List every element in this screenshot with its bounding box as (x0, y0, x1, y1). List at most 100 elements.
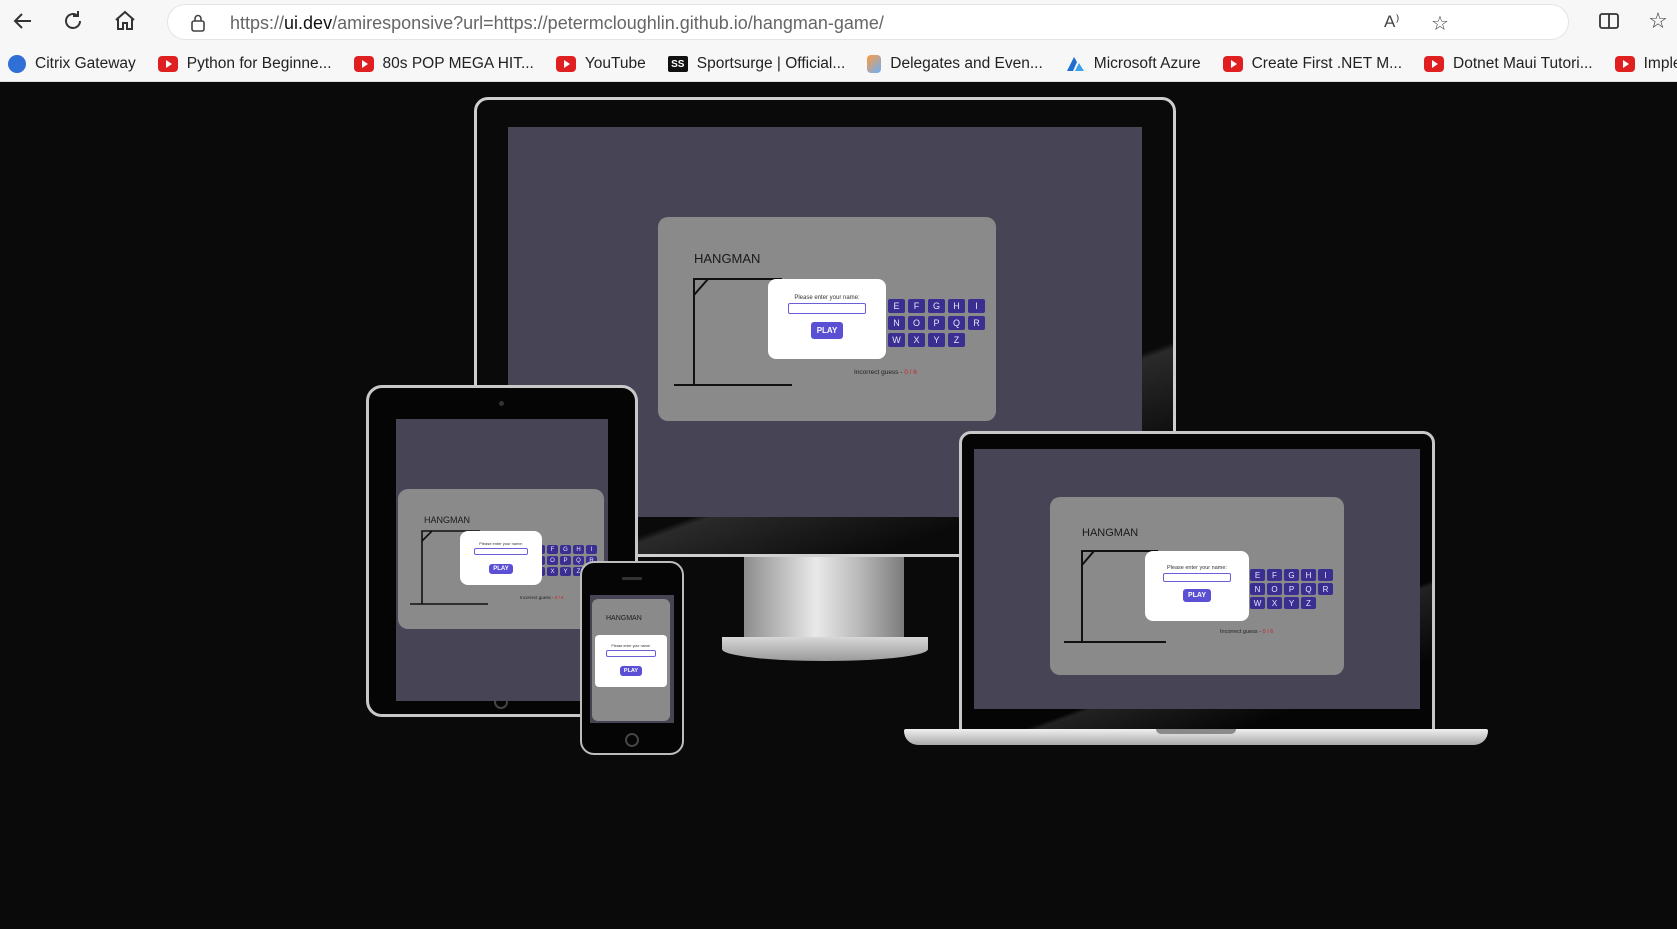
favorites-button[interactable]: ☆ (1643, 6, 1673, 36)
bookmark-azure[interactable]: Microsoft Azure (1065, 55, 1201, 73)
letter-key-p[interactable]: P (560, 556, 571, 565)
letter-key-w[interactable]: W (1250, 597, 1265, 609)
address-bar[interactable]: https://ui.dev/amiresponsive?url=https:/… (168, 5, 1568, 39)
letter-key-f[interactable]: F (1267, 569, 1282, 581)
name-prompt: Please enter your name: (1167, 565, 1227, 571)
play-button[interactable]: PLAY (1182, 589, 1212, 602)
game-title: HANGMAN (1082, 527, 1139, 539)
letter-key-i[interactable]: I (968, 299, 985, 313)
bookmark-80s-pop[interactable]: 80s POP MEGA HIT... (353, 55, 534, 73)
letter-key-p[interactable]: P (928, 316, 945, 330)
letter-key-e[interactable]: E (1250, 569, 1265, 581)
letter-key-r[interactable]: R (1318, 583, 1333, 595)
play-button[interactable]: PLAY (810, 322, 844, 339)
letter-keys: EFGHI NOPQR WXYZ (1250, 569, 1333, 609)
letter-key-o[interactable]: O (908, 316, 925, 330)
youtube-icon (157, 56, 178, 72)
letter-key-h[interactable]: H (948, 299, 965, 313)
bookmark-citrix[interactable]: Citrix Gateway (8, 55, 136, 73)
letter-key-o[interactable]: O (547, 556, 558, 565)
bookmark-label: Microsoft Azure (1093, 55, 1201, 72)
letter-key-z[interactable]: Z (948, 333, 965, 347)
play-button[interactable]: PLAY (489, 564, 513, 574)
letter-key-y[interactable]: Y (1284, 597, 1299, 609)
letter-key-f[interactable]: F (547, 545, 558, 554)
letter-key-g[interactable]: G (1284, 569, 1299, 581)
letter-key-x[interactable]: X (547, 567, 558, 576)
bookmark-label: Dotnet Maui Tutori... (1453, 55, 1593, 72)
name-input[interactable] (788, 303, 866, 314)
refresh-icon (65, 11, 81, 29)
url-text: https://ui.dev/amiresponsive?url=https:/… (230, 13, 884, 34)
phone-screen: HANGMAN Please enter your name: PLAY (590, 595, 674, 723)
letter-key-y[interactable]: Y (928, 333, 945, 347)
arrow-left-icon (13, 13, 31, 29)
youtube-icon (1614, 56, 1635, 72)
bookmark-label: 80s POP MEGA HIT... (382, 55, 534, 72)
letter-key-f[interactable]: F (908, 299, 925, 313)
letter-key-n[interactable]: N (888, 316, 905, 330)
name-input[interactable] (474, 548, 528, 555)
refresh-button[interactable] (58, 6, 88, 36)
bookmark-label: Implement QR (1643, 55, 1677, 72)
game-title: HANGMAN (694, 251, 761, 266)
home-icon (115, 10, 135, 30)
bookmark-implement-qr[interactable]: Implement QR (1614, 55, 1677, 73)
letter-key-e[interactable]: E (888, 299, 905, 313)
letter-key-q[interactable]: Q (948, 316, 965, 330)
letter-key-i[interactable]: I (586, 545, 597, 554)
letter-key-w[interactable]: W (888, 333, 905, 347)
incorrect-count: 0 / 6 (904, 369, 917, 376)
delegates-icon (867, 55, 882, 73)
letter-key-i[interactable]: I (1318, 569, 1333, 581)
back-button[interactable] (8, 6, 38, 36)
bookmark-youtube[interactable]: YouTube (555, 55, 646, 73)
letter-key-x[interactable]: X (1267, 597, 1282, 609)
game-title: HANGMAN (606, 615, 642, 622)
letter-key-g[interactable]: G (560, 545, 571, 554)
home-button[interactable] (110, 6, 140, 36)
play-button[interactable]: PLAY (619, 666, 643, 676)
bookmark-label: Python for Beginne... (186, 55, 332, 72)
name-modal: Please enter your name: PLAY (768, 279, 886, 359)
youtube-icon (1424, 56, 1445, 72)
letter-key-h[interactable]: H (573, 545, 584, 554)
letter-key-y[interactable]: Y (560, 567, 571, 576)
read-aloud-icon[interactable]: A⁾ (1384, 12, 1400, 32)
bookmark-dotnet-maui[interactable]: Dotnet Maui Tutori... (1424, 55, 1593, 73)
bookmark-label: Citrix Gateway (35, 55, 136, 72)
bookmark-python[interactable]: Python for Beginne... (157, 55, 332, 73)
letter-key-q[interactable]: Q (1301, 583, 1316, 595)
incorrect-guess: Incorrect guess - 0 / 6 (1220, 629, 1273, 635)
letter-key-h[interactable]: H (1301, 569, 1316, 581)
laptop: HANGMAN EFGHI NOPQR WXYZ Please enter your… (902, 431, 1488, 761)
split-screen-button[interactable] (1594, 6, 1624, 36)
letter-key-n[interactable]: N (1250, 583, 1265, 595)
name-modal: Please enter your name: PLAY (1145, 551, 1249, 621)
citrix-icon (8, 55, 26, 73)
azure-icon (1066, 57, 1084, 71)
letter-key-x[interactable]: X (908, 333, 925, 347)
browser-chrome: https://ui.dev/amiresponsive?url=https:/… (0, 0, 1677, 82)
letter-key-r[interactable]: R (968, 316, 985, 330)
letter-key-o[interactable]: O (1267, 583, 1282, 595)
responsive-preview-stage: HANGMAN EFGHINOPQRWXYZ Please enter your… (0, 83, 1677, 929)
favorite-star-icon[interactable]: ☆ (1431, 11, 1449, 35)
letter-key-z[interactable]: Z (1301, 597, 1316, 609)
bookmark-create-net[interactable]: Create First .NET M... (1222, 55, 1403, 73)
incorrect-label: Incorrect guess - (1220, 629, 1263, 635)
letter-key-p[interactable]: P (1284, 583, 1299, 595)
game-card: HANGMAN EFGHI NOPQR WXYZ Please enter your… (658, 217, 996, 421)
bookmark-sportsurge[interactable]: SS Sportsurge | Official... (667, 55, 845, 73)
bookmark-delegates[interactable]: Delegates and Even... (867, 55, 1043, 73)
letter-key-g[interactable]: G (928, 299, 945, 313)
laptop-notch (1156, 729, 1236, 734)
bookmark-label: Create First .NET M... (1251, 55, 1403, 72)
bookmark-label: Delegates and Even... (890, 55, 1043, 72)
name-input[interactable] (606, 650, 656, 657)
incorrect-guess: Incorrect guess - 0 / 6 (854, 369, 917, 376)
name-input[interactable] (1163, 573, 1231, 582)
phone-home-button (625, 733, 639, 747)
name-modal: Please enter your name: PLAY (460, 531, 542, 585)
name-prompt: Please enter your name: (794, 295, 860, 301)
